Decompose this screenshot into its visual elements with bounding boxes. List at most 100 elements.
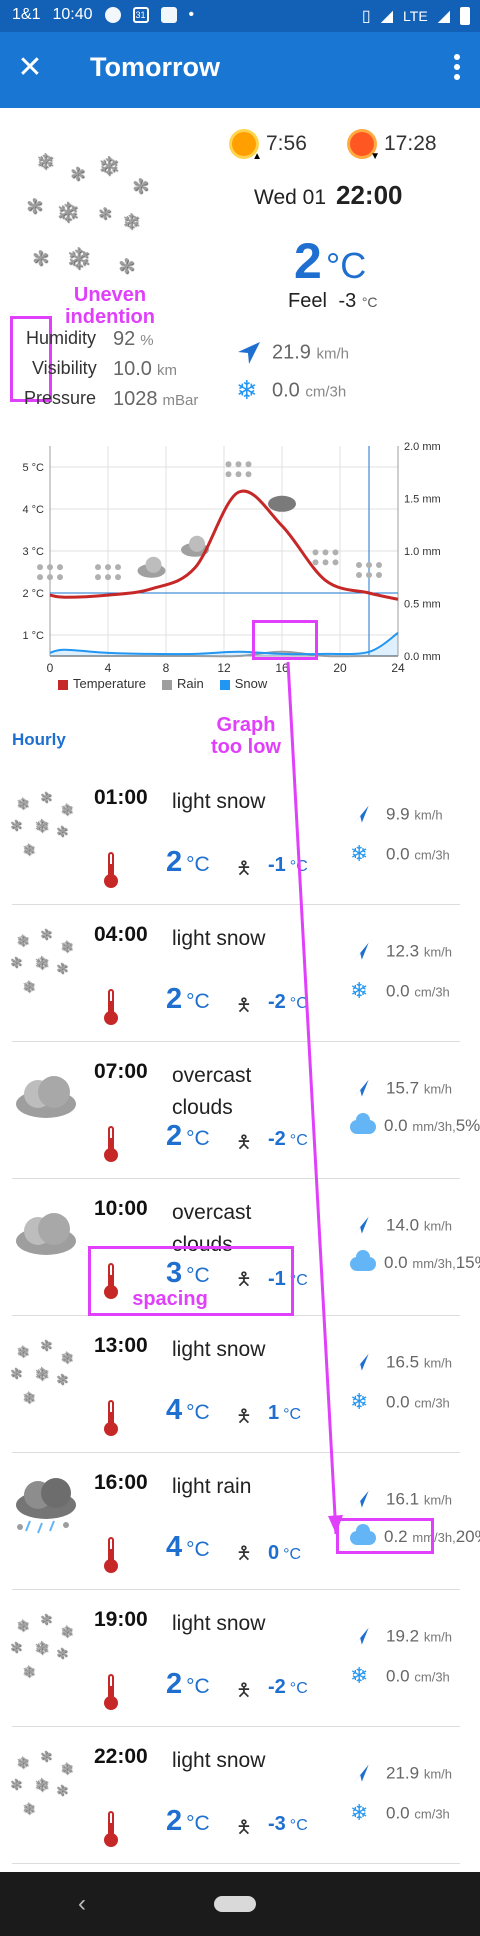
annotation-spacing: spacing [132, 1288, 208, 1310]
feels-like-person-icon: 🯅 [236, 995, 252, 1016]
feels-like-person-icon: 🯅 [236, 1817, 252, 1838]
forecast-datetime: Wed 01 22:00 [254, 180, 403, 211]
chart-snow-icon [225, 461, 232, 468]
thermometer-icon [104, 1400, 118, 1436]
forecast-chart-svg: 0 4 8 12 16 20 24 1 °C 2 °C 3 °C 4 °C 5 °C 0.0 mm 0.5… [22, 441, 441, 675]
hour-precipitation: ❄ 0.0 cm/3h [350, 979, 450, 1005]
chart-snow-icon [322, 549, 329, 556]
hour-wind-speed: 16.5 [386, 1352, 420, 1372]
annotation-graph-too-low: Graph too low [211, 714, 281, 758]
y-left-tick-label: 3 °C [22, 546, 44, 558]
hour-wind-speed: 9.9 [386, 804, 410, 824]
x-tick-label: 8 [163, 661, 170, 673]
chart-snow-icon [245, 461, 252, 468]
hour-precip-chance: 15% [455, 1253, 480, 1272]
chart-cloud-icon-part [145, 556, 162, 573]
thermometer-icon [104, 1126, 118, 1162]
hourly-row[interactable]: ❄ ✻ ❄ ✻ ❄ ✻ ❄ 04:00 light snow 2 °C 🯅 -2 °C 12.3 km/h ❄… [0, 905, 480, 1042]
hour-precip-unit: cm/3h [414, 984, 450, 1000]
snow-amount: 0.0 [272, 379, 300, 402]
metrics-values: 92 % 10.0 km 1028 mBar [113, 328, 198, 418]
hour-description: light snow [172, 1749, 266, 1772]
chart-grid [49, 446, 399, 657]
overflow-menu-icon[interactable] [452, 54, 462, 84]
current-snow: ❄ 0.0 cm/3h [236, 378, 346, 404]
hour-temp-value: 4 [166, 1531, 183, 1563]
hour-time: 16:00 [94, 1471, 148, 1494]
battery-icon [460, 7, 470, 25]
chart-snow-icon [312, 559, 319, 566]
current-temp-value: 2 [294, 233, 322, 289]
hour-precip-value: 0.0 [384, 1116, 408, 1135]
forecast-date: Wed 01 [254, 186, 326, 209]
pressure-label: Pressure [24, 388, 97, 408]
y-right-tick-label: 0.0 mm [404, 651, 441, 663]
y-left-tick-label: 2 °C [22, 588, 44, 600]
hour-wind-unit: km/h [423, 1218, 452, 1234]
hour-feel-unit: °C [283, 1406, 302, 1423]
hour-feels-like: 0 °C [268, 1539, 301, 1569]
hour-wind-speed: 12.3 [386, 941, 420, 961]
hourly-row[interactable]: 07:00 overcast clouds 2 °C 🯅 -2 °C 15.7 km/h 0.0… [0, 1042, 480, 1179]
hour-temp-unit: °C [186, 1127, 210, 1150]
hour-feels-like: -2 °C [268, 1676, 308, 1699]
chart-snow-icon [366, 572, 372, 578]
hour-temp-value: 4 [166, 1394, 183, 1426]
signal-icon: ◢ [380, 8, 394, 25]
thermometer-icon [104, 852, 118, 888]
close-icon[interactable]: ✕ [14, 52, 46, 84]
hour-temp-unit: °C [186, 990, 210, 1013]
feels-like-label: Feel [288, 290, 327, 312]
back-icon[interactable]: ‹ [78, 1890, 86, 1918]
hour-temperature: 2 °C [166, 846, 210, 879]
hour-wind-unit: km/h [423, 1766, 452, 1782]
feels-like-person-icon: 🯅 [236, 1543, 252, 1564]
status-bar: 1&1 10:40 31 • ▯ ◢ LTE ◢ [0, 0, 480, 32]
chart-snow-icon [105, 574, 111, 581]
snow-icon: ❄ ✻ ❄ ✻ ❄ ✻ ❄ [10, 1338, 74, 1407]
x-tick-label: 24 [391, 661, 405, 673]
hour-feel-value: -1 [268, 854, 286, 876]
hour-precipitation: ❄ 0.0 cm/3h [350, 1801, 450, 1827]
hour-precip-value: 0.0 [386, 981, 410, 1001]
chart-snow-icon [37, 564, 43, 571]
sunset: ▼ 17:28 [350, 132, 437, 162]
hour-feel-unit: °C [289, 858, 308, 875]
chart-snow-icon [356, 572, 362, 578]
thermometer-icon [104, 1537, 118, 1573]
hour-precip-unit: cm/3h [414, 1806, 450, 1822]
annotation-box-precip [336, 1518, 434, 1554]
visibility-label: Visibility [32, 358, 97, 378]
snowflake-icon: ❄ [350, 1390, 369, 1415]
hour-time: 19:00 [94, 1608, 148, 1631]
hour-temp-unit: °C [186, 1675, 210, 1698]
chart-snow-icon [105, 564, 111, 571]
hour-precip-value: 0.0 [386, 1666, 410, 1686]
annotation-uneven-indention: Uneven indention [65, 284, 155, 328]
legend-rain-label: Rain [176, 676, 204, 691]
x-tick-label: 20 [333, 661, 347, 673]
hourly-row[interactable]: ❄ ✻ ❄ ✻ ❄ ✻ ❄ 01:00 light snow 2 °C 🯅 -1 °C 9.9 km/h ❄ 0… [0, 768, 480, 905]
home-pill[interactable] [214, 1896, 256, 1912]
chart-snow-icon [37, 574, 43, 581]
hour-precip-unit: mm/3h, [412, 1119, 456, 1134]
y-right-tick-label: 1.5 mm [404, 494, 441, 506]
hourly-row[interactable]: ❄ ✻ ❄ ✻ ❄ ✻ ❄ 13:00 light snow 4 °C 🯅 1 °C 16.5 km/h ❄ 0… [0, 1316, 480, 1453]
legend-temperature-label: Temperature [73, 676, 146, 691]
hour-precip-unit: cm/3h [414, 1669, 450, 1685]
chart-ticks: 0 4 8 12 16 20 24 1 °C 2 °C 3 °C 4 °C 5 °C 0.0 mm 0.5… [22, 441, 441, 675]
chart-snow-icon [115, 574, 121, 581]
hour-temperature: 4 °C [166, 1531, 210, 1564]
visibility-unit: km [156, 362, 177, 379]
hour-description: light snow [172, 1338, 266, 1361]
app-bar: ✕ Tomorrow [0, 32, 480, 108]
y-right-tick-label: 1.0 mm [404, 546, 441, 558]
pressure-value: 1028 [113, 388, 158, 410]
hourly-row[interactable]: ❄ ✻ ❄ ✻ ❄ ✻ ❄ 19:00 light snow 2 °C 🯅 -2 °C 19.2 km/h ❄… [0, 1590, 480, 1727]
snowflake-icon: ❄ [350, 842, 369, 867]
legend-rain: Rain [161, 676, 204, 691]
sunset-icon: ▼ [350, 132, 380, 162]
hourly-row[interactable]: ❄ ✻ ❄ ✻ ❄ ✻ ❄ 22:00 light snow 2 °C 🯅 -3 °C 21.9 km/h ❄… [0, 1727, 480, 1864]
y-right-tick-label: 2.0 mm [404, 441, 441, 453]
humidity-value: 92 [113, 328, 136, 350]
